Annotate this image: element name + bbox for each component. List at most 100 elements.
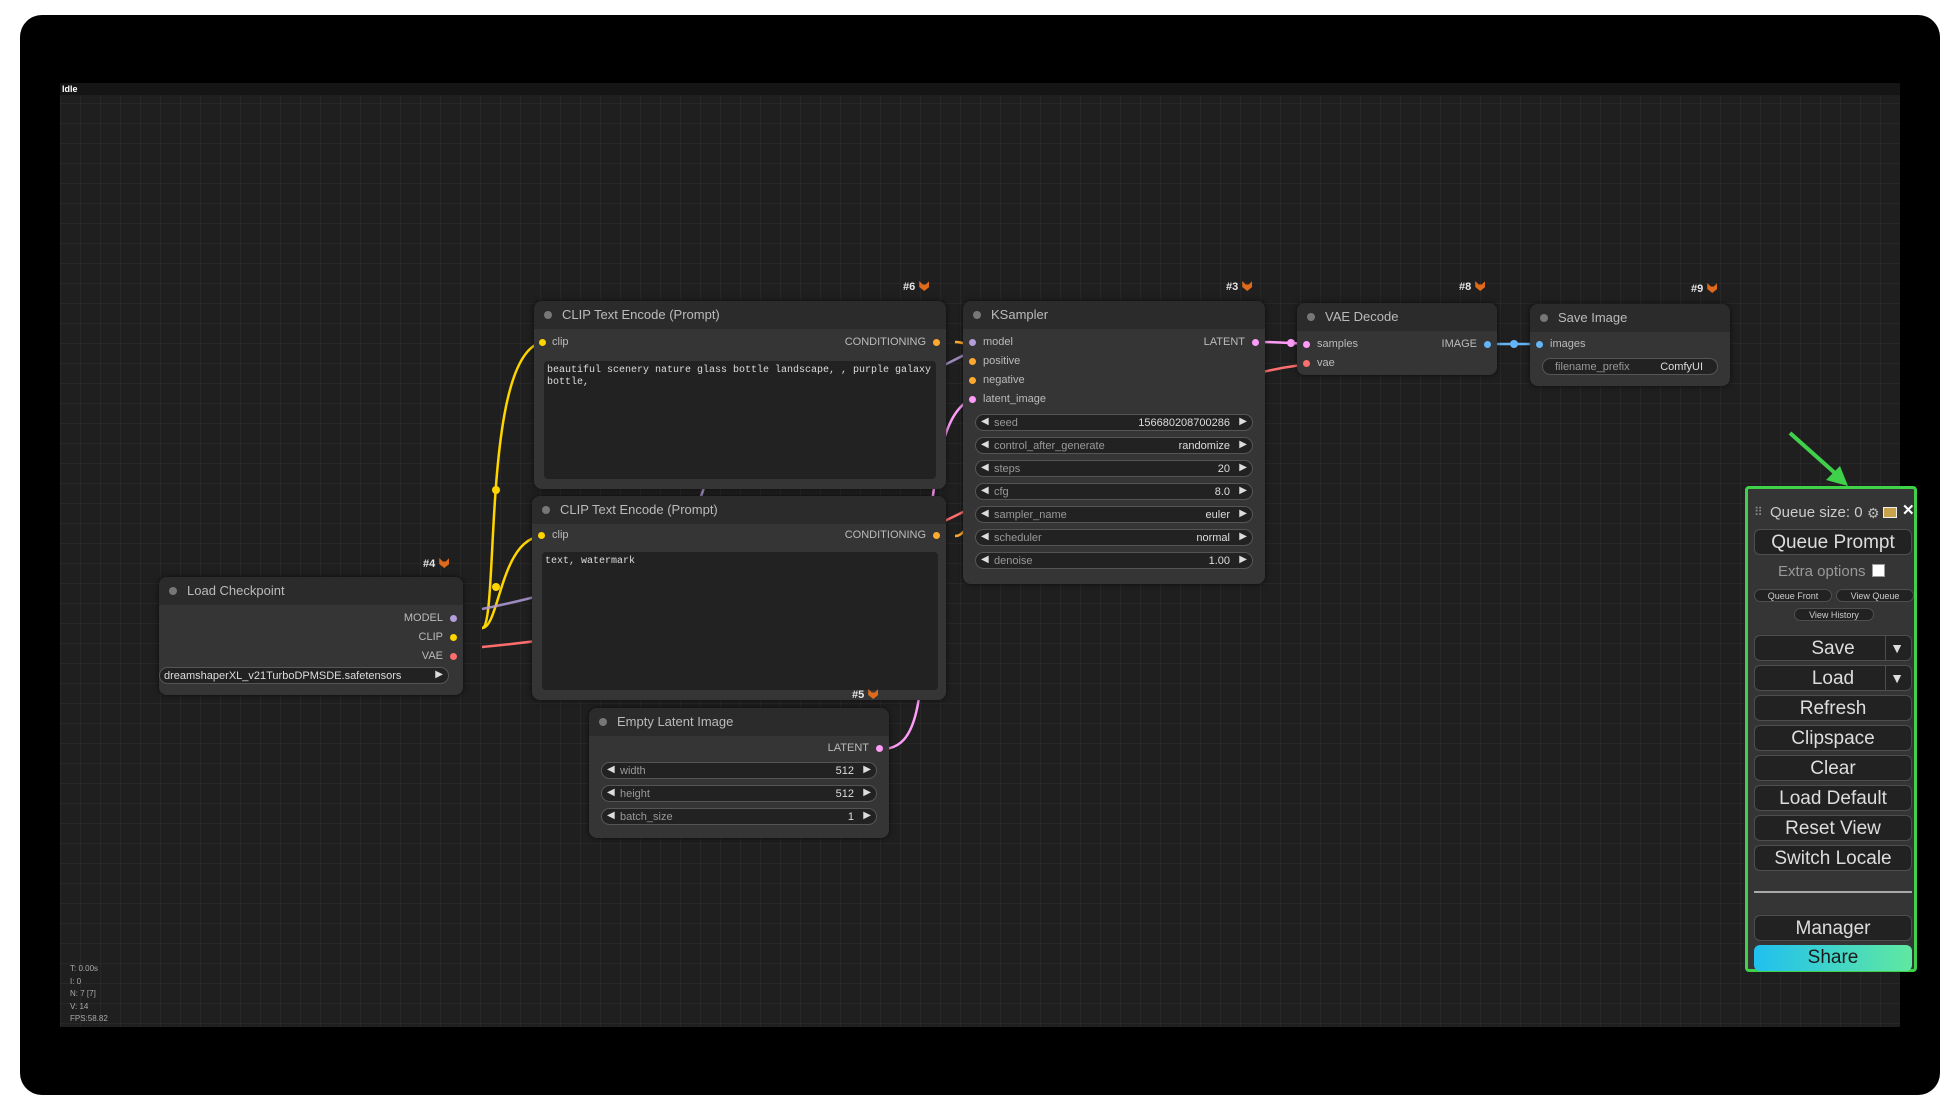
widget-sampler-name[interactable]: ◀ sampler_name euler ▶ xyxy=(975,506,1253,523)
decrement-arrow-icon[interactable]: ◀ xyxy=(981,439,989,450)
view-history-button[interactable]: View History xyxy=(1794,608,1874,621)
increment-arrow-icon[interactable]: ▶ xyxy=(1239,531,1247,542)
widget-width[interactable]: ◀ width 512 ▶ xyxy=(601,762,877,779)
node-header[interactable]: VAE Decode xyxy=(1297,303,1497,331)
manager-button[interactable]: Manager xyxy=(1754,915,1912,941)
widget-height[interactable]: ◀ height 512 ▶ xyxy=(601,785,877,802)
collapse-dot-icon[interactable] xyxy=(1307,313,1315,321)
node-header[interactable]: Empty Latent Image xyxy=(589,708,889,736)
widget-control-after-generate[interactable]: ◀ control_after_generate randomize ▶ xyxy=(975,437,1253,454)
widget-denoise[interactable]: ◀ denoise 1.00 ▶ xyxy=(975,552,1253,569)
save-button[interactable]: Save ▼ xyxy=(1754,635,1912,661)
collapse-dot-icon[interactable] xyxy=(542,506,550,514)
increment-arrow-icon[interactable]: ▶ xyxy=(435,669,443,680)
decrement-arrow-icon[interactable]: ◀ xyxy=(981,485,989,496)
widget-value: randomize xyxy=(1178,440,1230,452)
widget-ckpt-name[interactable]: dreamshaperXL_v21TurboDPMSDE.safetensors… xyxy=(159,667,449,684)
node-clip-text-encode-positive[interactable]: CLIP Text Encode (Prompt) clip CONDITION… xyxy=(534,301,946,489)
decrement-arrow-icon[interactable]: ◀ xyxy=(607,787,615,798)
image-gallery-icon[interactable] xyxy=(1883,507,1897,518)
increment-arrow-icon[interactable]: ▶ xyxy=(863,810,871,821)
increment-arrow-icon[interactable]: ▶ xyxy=(1239,416,1247,427)
widget-scheduler[interactable]: ◀ scheduler normal ▶ xyxy=(975,529,1253,546)
close-icon[interactable]: ✕ xyxy=(1902,501,1915,519)
node-header[interactable]: Save Image xyxy=(1530,304,1730,332)
output-slot-dot[interactable] xyxy=(450,653,457,660)
output-slot-dot[interactable] xyxy=(933,339,940,346)
output-slot-dot[interactable] xyxy=(876,745,883,752)
input-slot-dot[interactable] xyxy=(1303,341,1310,348)
collapse-dot-icon[interactable] xyxy=(973,311,981,319)
collapse-dot-icon[interactable] xyxy=(544,311,552,319)
output-slot-dot[interactable] xyxy=(450,634,457,641)
load-default-button[interactable]: Load Default xyxy=(1754,785,1912,811)
decrement-arrow-icon[interactable]: ◀ xyxy=(981,531,989,542)
increment-arrow-icon[interactable]: ▶ xyxy=(1239,554,1247,565)
input-slot-dot[interactable] xyxy=(969,377,976,384)
reset-view-button[interactable]: Reset View xyxy=(1754,815,1912,841)
output-slot-dot[interactable] xyxy=(450,615,457,622)
prompt-textarea[interactable]: beautiful scenery nature glass bottle la… xyxy=(544,361,936,479)
clipspace-button[interactable]: Clipspace xyxy=(1754,725,1912,751)
node-header[interactable]: CLIP Text Encode (Prompt) xyxy=(532,496,946,524)
input-slot-dot[interactable] xyxy=(969,358,976,365)
increment-arrow-icon[interactable]: ▶ xyxy=(1239,439,1247,450)
increment-arrow-icon[interactable]: ▶ xyxy=(1239,485,1247,496)
input-slot-dot[interactable] xyxy=(1536,341,1543,348)
widget-filename-prefix[interactable]: filename_prefix ComfyUI xyxy=(1542,358,1718,375)
share-button[interactable]: Share xyxy=(1754,945,1912,971)
fox-icon xyxy=(1475,281,1486,291)
queue-front-button[interactable]: Queue Front xyxy=(1754,589,1832,602)
widget-value: 1 xyxy=(847,811,854,823)
node-header[interactable]: CLIP Text Encode (Prompt) xyxy=(534,301,946,329)
save-dropdown-arrow-icon[interactable]: ▼ xyxy=(1885,636,1908,660)
decrement-arrow-icon[interactable]: ◀ xyxy=(981,554,989,565)
increment-arrow-icon[interactable]: ▶ xyxy=(1239,462,1247,473)
output-slot-dot[interactable] xyxy=(933,532,940,539)
decrement-arrow-icon[interactable]: ◀ xyxy=(607,764,615,775)
collapse-dot-icon[interactable] xyxy=(1540,314,1548,322)
node-ksampler[interactable]: KSampler model positive negative latent_… xyxy=(963,301,1265,584)
load-dropdown-arrow-icon[interactable]: ▼ xyxy=(1885,666,1908,690)
increment-arrow-icon[interactable]: ▶ xyxy=(863,764,871,775)
extra-options-checkbox[interactable] xyxy=(1871,564,1885,577)
prompt-textarea[interactable]: text, watermark xyxy=(542,552,938,690)
queue-prompt-button[interactable]: Queue Prompt xyxy=(1754,529,1912,555)
node-clip-text-encode-negative[interactable]: CLIP Text Encode (Prompt) clip CONDITION… xyxy=(532,496,946,700)
switch-locale-button[interactable]: Switch Locale xyxy=(1754,845,1912,871)
input-slot-dot[interactable] xyxy=(1303,360,1310,367)
load-button[interactable]: Load ▼ xyxy=(1754,665,1912,691)
input-slot-dot[interactable] xyxy=(969,396,976,403)
widget-steps[interactable]: ◀ steps 20 ▶ xyxy=(975,460,1253,477)
node-vae-decode[interactable]: VAE Decode samples vae IMAGE xyxy=(1297,303,1497,375)
input-slot-dot[interactable] xyxy=(539,339,546,346)
decrement-arrow-icon[interactable]: ◀ xyxy=(607,810,615,821)
node-load-checkpoint[interactable]: Load Checkpoint MODEL CLIP VAE dreamshap… xyxy=(159,577,463,695)
widget-value: ComfyUI xyxy=(1660,361,1703,373)
widget-seed[interactable]: ◀ seed 156680208700286 ▶ xyxy=(975,414,1253,431)
increment-arrow-icon[interactable]: ▶ xyxy=(1239,508,1247,519)
collapse-dot-icon[interactable] xyxy=(599,718,607,726)
widget-batch-size[interactable]: ◀ batch_size 1 ▶ xyxy=(601,808,877,825)
node-header[interactable]: Load Checkpoint xyxy=(159,577,463,605)
collapse-dot-icon[interactable] xyxy=(169,587,177,595)
extra-options: Extra options xyxy=(1778,563,1885,580)
increment-arrow-icon[interactable]: ▶ xyxy=(863,787,871,798)
decrement-arrow-icon[interactable]: ◀ xyxy=(981,462,989,473)
input-slot-dot[interactable] xyxy=(969,339,976,346)
input-slot-dot[interactable] xyxy=(538,532,545,539)
decrement-arrow-icon[interactable]: ◀ xyxy=(981,508,989,519)
view-queue-button[interactable]: View Queue xyxy=(1836,589,1914,602)
clear-button[interactable]: Clear xyxy=(1754,755,1912,781)
decrement-arrow-icon[interactable]: ◀ xyxy=(981,416,989,427)
node-header[interactable]: KSampler xyxy=(963,301,1265,329)
output-slot-dot[interactable] xyxy=(1484,341,1491,348)
widget-cfg[interactable]: ◀ cfg 8.0 ▶ xyxy=(975,483,1253,500)
graph-canvas[interactable]: Idle #6 CLIP Text Encode (Prompt) clip C… xyxy=(60,83,1900,1027)
node-save-image[interactable]: Save Image images filename_prefix ComfyUI xyxy=(1530,304,1730,386)
drag-handle-icon[interactable]: ⠿ xyxy=(1754,505,1763,519)
node-empty-latent-image[interactable]: Empty Latent Image LATENT ◀ width 512 ▶ ◀ he… xyxy=(589,708,889,838)
output-slot-dot[interactable] xyxy=(1252,339,1259,346)
refresh-button[interactable]: Refresh xyxy=(1754,695,1912,721)
gear-icon[interactable]: ⚙ xyxy=(1867,505,1880,522)
